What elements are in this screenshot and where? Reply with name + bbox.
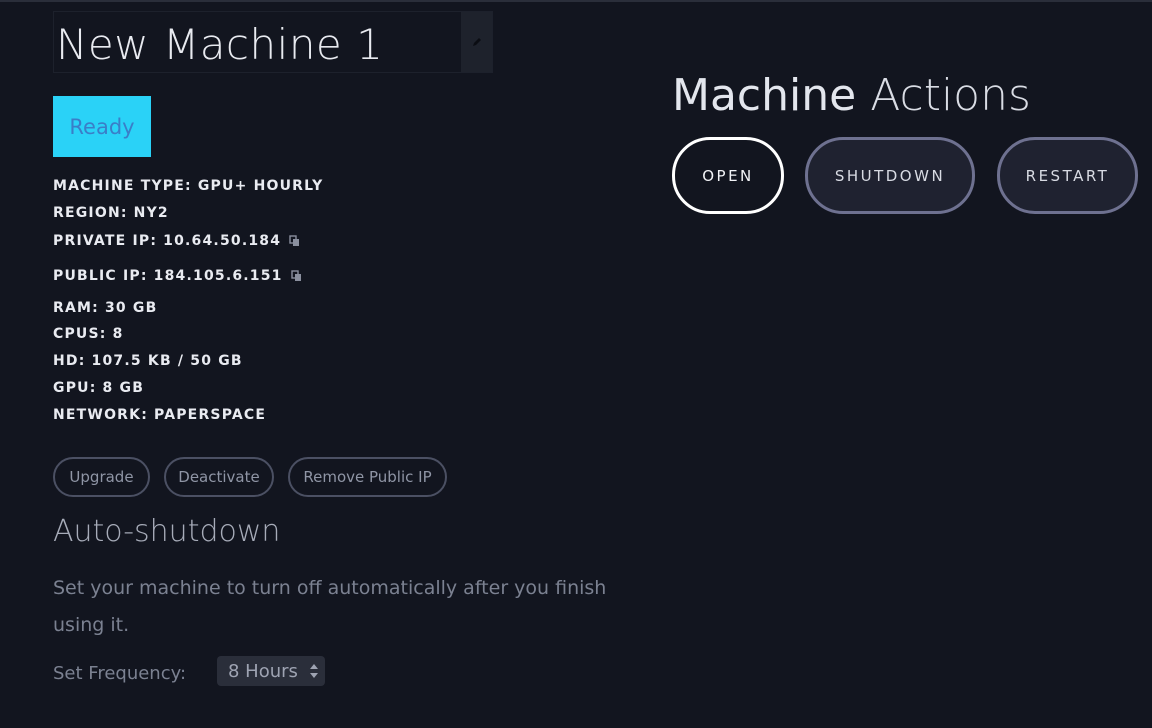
remove-public-ip-button[interactable]: Remove Public IP bbox=[288, 457, 447, 497]
spec-value: 107.5 KB / 50 GB bbox=[91, 353, 243, 369]
upgrade-button[interactable]: Upgrade bbox=[53, 457, 150, 497]
machine-detail-page: New Machine 1 Ready MACHINE TYPE: GPU+ H… bbox=[0, 0, 1152, 728]
spec-label: PUBLIC IP: bbox=[53, 268, 148, 284]
spec-cpus: CPUS: 8 bbox=[53, 326, 124, 342]
deactivate-button[interactable]: Deactivate bbox=[164, 457, 274, 497]
spec-label: RAM: bbox=[53, 300, 99, 316]
pencil-icon bbox=[472, 38, 481, 46]
auto-shutdown-title: Auto-shutdown bbox=[53, 514, 281, 549]
spec-value: 10.64.50.184 bbox=[163, 233, 282, 249]
spec-value: NY2 bbox=[133, 205, 169, 221]
status-text: Ready bbox=[69, 114, 135, 139]
spec-label: HD: bbox=[53, 353, 86, 369]
machine-name-field[interactable]: New Machine 1 bbox=[53, 11, 493, 73]
copy-icon[interactable] bbox=[290, 270, 303, 282]
spec-gpu: GPU: 8 GB bbox=[53, 380, 144, 396]
spec-private-ip: PRIVATE IP: 10.64.50.184 bbox=[53, 233, 301, 249]
open-button[interactable]: OPEN bbox=[672, 137, 784, 214]
edit-name-button[interactable] bbox=[461, 12, 492, 72]
spec-label: REGION: bbox=[53, 205, 128, 221]
spec-label: PRIVATE IP: bbox=[53, 233, 158, 249]
spec-machine-type: MACHINE TYPE: GPU+ HOURLY bbox=[53, 178, 323, 194]
spec-ram: RAM: 30 GB bbox=[53, 300, 157, 316]
auto-shutdown-description: Set your machine to turn off automatical… bbox=[53, 577, 607, 636]
select-arrows-icon bbox=[310, 664, 318, 678]
copy-icon[interactable] bbox=[289, 235, 301, 247]
spec-label: CPUS: bbox=[53, 326, 107, 342]
spec-label: NETWORK: bbox=[53, 407, 149, 423]
spec-public-ip: PUBLIC IP: 184.105.6.151 bbox=[53, 268, 303, 284]
frequency-label: Set Frequency: bbox=[53, 663, 187, 684]
shutdown-button[interactable]: SHUTDOWN bbox=[805, 137, 975, 214]
spec-label: MACHINE TYPE: bbox=[53, 178, 192, 194]
spec-value: 30 GB bbox=[104, 300, 158, 316]
actions-title-strong: Machine bbox=[672, 70, 857, 121]
machine-actions-title: Machine Actions bbox=[672, 70, 1031, 121]
spec-value: 8 bbox=[112, 326, 124, 342]
status-badge: Ready bbox=[53, 96, 151, 157]
top-divider bbox=[0, 0, 1152, 2]
frequency-value: 8 Hours bbox=[228, 660, 298, 682]
spec-network: NETWORK: PAPERSPACE bbox=[53, 407, 266, 423]
actions-title-light: Actions bbox=[870, 70, 1031, 121]
frequency-select[interactable]: 8 Hours bbox=[217, 656, 325, 686]
restart-button[interactable]: RESTART bbox=[997, 137, 1138, 214]
spec-label: GPU: bbox=[53, 380, 97, 396]
spec-value: 184.105.6.151 bbox=[153, 268, 283, 284]
spec-hd: HD: 107.5 KB / 50 GB bbox=[53, 353, 243, 369]
spec-value: 8 GB bbox=[102, 380, 145, 396]
spec-value: GPU+ HOURLY bbox=[197, 178, 324, 194]
spec-value: PAPERSPACE bbox=[154, 407, 267, 423]
spec-region: REGION: NY2 bbox=[53, 205, 169, 221]
machine-name: New Machine 1 bbox=[56, 20, 384, 69]
